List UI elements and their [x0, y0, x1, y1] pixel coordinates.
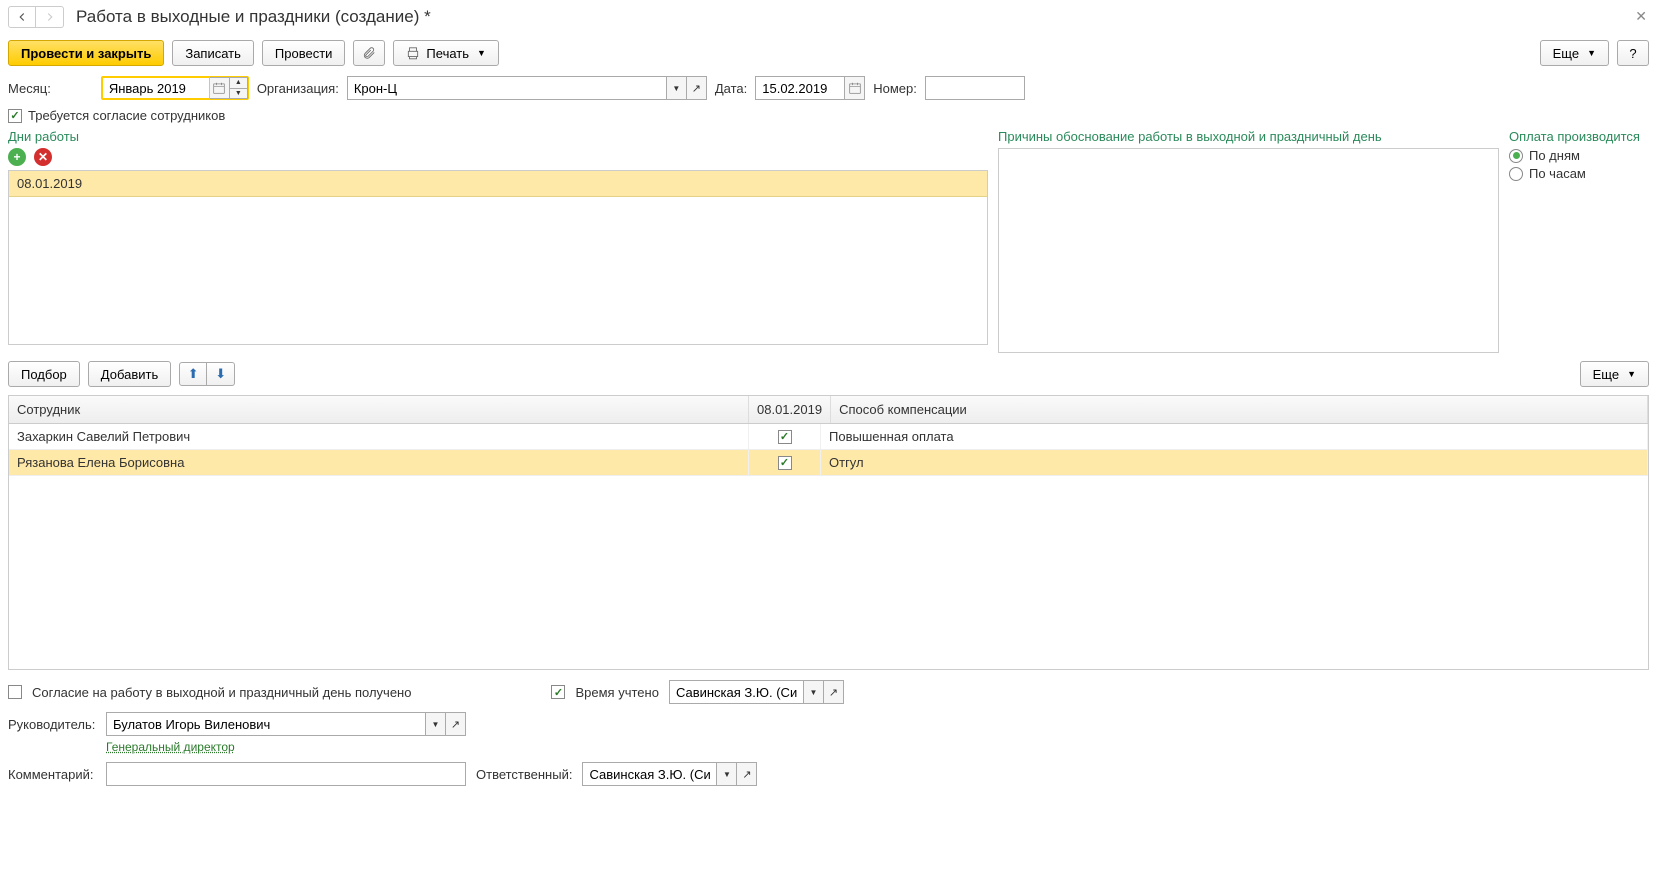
radio-icon [1509, 167, 1523, 181]
emp-more-label: Еще [1593, 367, 1619, 382]
comment-label: Комментарий: [8, 767, 96, 782]
responsible-label: Ответственный: [476, 767, 572, 782]
number-input[interactable] [925, 76, 1025, 100]
responsible-open-button[interactable]: ↗ [737, 762, 757, 786]
col-compensation-header[interactable]: Способ компенсации [831, 396, 1648, 423]
manager-label: Руководитель: [8, 717, 96, 732]
print-button[interactable]: Печать ▼ [393, 40, 499, 66]
comment-input[interactable] [106, 762, 466, 786]
consent-received-label: Согласие на работу в выходной и празднич… [32, 685, 411, 700]
add-employee-button[interactable]: Добавить [88, 361, 171, 387]
close-button[interactable]: ✕ [1635, 8, 1647, 25]
radio-icon [1509, 149, 1523, 163]
employee-name-cell: Захаркин Савелий Петрович [9, 424, 749, 449]
caret-down-icon: ▼ [477, 48, 486, 58]
col-employee-header[interactable]: Сотрудник [9, 396, 749, 423]
add-day-button[interactable]: + [8, 148, 26, 166]
date-checkbox[interactable]: ✓ [778, 456, 792, 470]
move-down-button[interactable]: ⬇ [207, 362, 235, 386]
manager-dropdown-button[interactable]: ▼ [426, 712, 446, 736]
caret-down-icon: ▼ [1587, 48, 1596, 58]
more-button[interactable]: Еще ▼ [1540, 40, 1609, 66]
attach-button[interactable] [353, 40, 385, 66]
org-label: Организация: [257, 81, 339, 96]
emp-more-button[interactable]: Еще ▼ [1580, 361, 1649, 387]
month-picker-button[interactable] [210, 77, 230, 99]
print-label: Печать [426, 46, 469, 61]
move-up-button[interactable]: ⬆ [179, 362, 207, 386]
paperclip-icon [362, 46, 376, 60]
nav-forward-button[interactable] [36, 6, 64, 28]
time-recorded-label: Время учтено [575, 685, 658, 700]
open-icon: ↗ [451, 718, 460, 731]
compensation-cell: Повышенная оплата [821, 424, 1648, 449]
caret-down-icon: ▼ [1627, 369, 1636, 379]
payment-by-days-radio[interactable]: По дням [1509, 148, 1649, 163]
time-user-dropdown-button[interactable]: ▼ [804, 680, 824, 704]
org-input[interactable] [347, 76, 667, 100]
number-label: Номер: [873, 81, 917, 96]
select-employees-button[interactable]: Подбор [8, 361, 80, 387]
time-user-open-button[interactable]: ↗ [824, 680, 844, 704]
reasons-title: Причины обоснование работы в выходной и … [998, 129, 1499, 144]
consent-required-label: Требуется согласие сотрудников [28, 108, 225, 123]
org-dropdown-button[interactable]: ▼ [667, 76, 687, 100]
calendar-icon [848, 81, 862, 95]
caret-down-icon: ▼ [672, 84, 680, 93]
manager-open-button[interactable]: ↗ [446, 712, 466, 736]
open-icon: ↗ [692, 82, 701, 95]
post-button[interactable]: Провести [262, 40, 346, 66]
payment-by-hours-radio[interactable]: По часам [1509, 166, 1649, 181]
payment-title: Оплата производится [1509, 129, 1649, 144]
open-icon: ↗ [829, 686, 838, 699]
reasons-textarea[interactable] [998, 148, 1499, 353]
month-label: Месяц: [8, 81, 51, 96]
month-spinner[interactable]: ▲ ▼ [230, 77, 248, 99]
date-label: Дата: [715, 81, 747, 96]
date-picker-button[interactable] [845, 76, 865, 100]
days-list[interactable]: 08.01.2019 [8, 170, 988, 345]
employee-name-cell: Рязанова Елена Борисовна [9, 450, 749, 475]
arrow-right-icon [43, 10, 57, 24]
delete-day-button[interactable]: ✕ [34, 148, 52, 166]
help-button[interactable]: ? [1617, 40, 1649, 66]
month-input[interactable] [102, 77, 210, 99]
open-icon: ↗ [742, 768, 751, 781]
time-recorded-checkbox[interactable]: ✓ [551, 685, 565, 699]
caret-down-icon: ▼ [723, 770, 731, 779]
manager-input[interactable] [106, 712, 426, 736]
window-title: Работа в выходные и праздники (создание)… [76, 7, 431, 27]
arrow-down-icon: ⬇ [215, 366, 226, 382]
table-row[interactable]: Захаркин Савелий Петрович ✓ Повышенная о… [9, 424, 1648, 450]
responsible-dropdown-button[interactable]: ▼ [717, 762, 737, 786]
org-open-button[interactable]: ↗ [687, 76, 707, 100]
arrow-left-icon [15, 10, 29, 24]
date-input[interactable] [755, 76, 845, 100]
caret-down-icon: ▼ [809, 688, 817, 697]
col-date-header[interactable]: 08.01.2019 [749, 396, 831, 423]
spinner-down-icon[interactable]: ▼ [230, 89, 247, 99]
save-button[interactable]: Записать [172, 40, 254, 66]
day-row[interactable]: 08.01.2019 [9, 171, 987, 197]
arrow-up-icon: ⬆ [188, 366, 199, 382]
post-and-close-button[interactable]: Провести и закрыть [8, 40, 164, 66]
responsible-input[interactable] [582, 762, 717, 786]
payment-by-days-label: По дням [1529, 148, 1580, 163]
compensation-cell: Отгул [821, 450, 1648, 475]
days-title: Дни работы [8, 129, 988, 144]
calendar-icon [212, 81, 226, 95]
date-checkbox[interactable]: ✓ [778, 430, 792, 444]
payment-by-hours-label: По часам [1529, 166, 1586, 181]
time-user-input[interactable] [669, 680, 804, 704]
table-row[interactable]: Рязанова Елена Борисовна ✓ Отгул [9, 450, 1648, 476]
spinner-up-icon[interactable]: ▲ [230, 78, 247, 89]
nav-back-button[interactable] [8, 6, 36, 28]
manager-position-link[interactable]: Генеральный директор [106, 740, 235, 754]
consent-received-checkbox[interactable]: ✓ [8, 685, 22, 699]
printer-icon [406, 46, 420, 60]
consent-required-checkbox[interactable]: ✓ [8, 109, 22, 123]
more-label: Еще [1553, 46, 1579, 61]
caret-down-icon: ▼ [432, 720, 440, 729]
